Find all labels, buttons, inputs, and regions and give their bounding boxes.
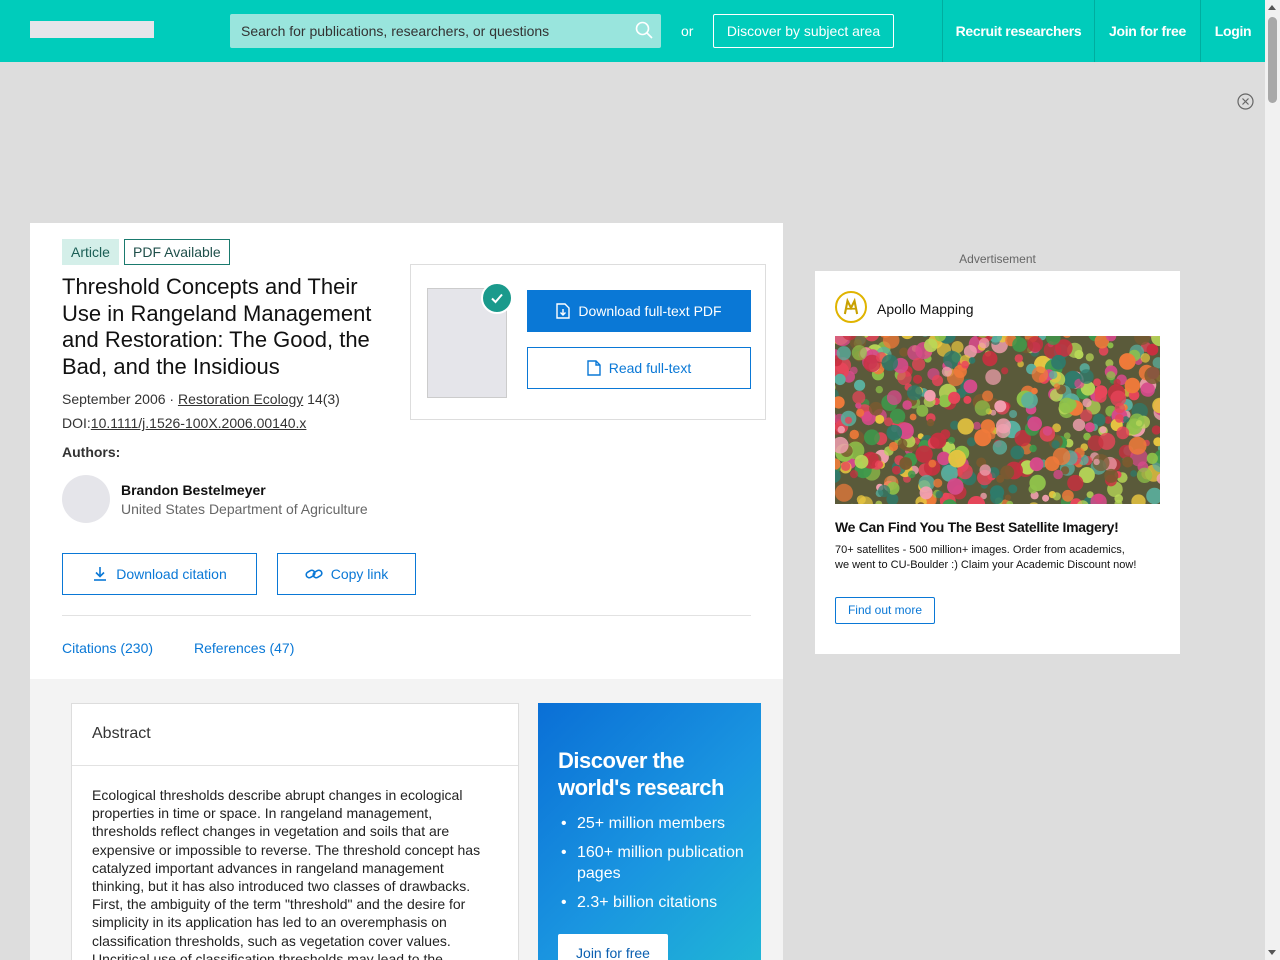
advertisement-label: Advertisement: [959, 252, 1036, 266]
site-logo[interactable]: [30, 21, 154, 38]
ad-body-text: 70+ satellites - 500 million+ images. Or…: [835, 544, 1137, 571]
ad-headline: We Can Find You The Best Satellite Image…: [835, 519, 1119, 535]
copy-link-button[interactable]: Copy link: [277, 553, 416, 595]
check-icon: [481, 282, 513, 314]
download-citation-button[interactable]: Download citation: [62, 553, 257, 595]
tab-citations[interactable]: Citations (230): [62, 640, 153, 656]
copy-link-label: Copy link: [330, 566, 389, 582]
section-divider: [62, 615, 751, 616]
promo-title: Discover the world's research: [558, 748, 724, 800]
author-name[interactable]: Brandon Bestelmeyer: [121, 482, 266, 498]
promo-list: 25+ million members 160+ million publica…: [558, 813, 753, 921]
abstract-text: Ecological thresholds describe abrupt ch…: [92, 787, 481, 960]
journal-volume: 14(3): [307, 391, 340, 407]
tab-references[interactable]: References (47): [194, 640, 294, 656]
author-affiliation: United States Department of Agriculture: [121, 501, 368, 517]
scroll-up-arrow-icon[interactable]: [1268, 5, 1276, 10]
publication-date: September 2006 ·: [62, 391, 175, 407]
promo-join-button[interactable]: Join for free: [558, 934, 668, 960]
nav-recruit-researchers[interactable]: Recruit researchers: [942, 0, 1094, 62]
search-box: [230, 14, 661, 48]
authors-label: Authors:: [62, 444, 121, 460]
discover-by-subject-button[interactable]: Discover by subject area: [713, 14, 894, 48]
nav-join-for-free[interactable]: Join for free: [1094, 0, 1200, 62]
publication-header-card: Article PDF Available Threshold Concepts…: [30, 223, 783, 679]
apollo-mapping-logo-icon: [835, 291, 867, 323]
download-citation-label: Download citation: [116, 566, 227, 582]
abstract-heading: Abstract: [92, 725, 151, 742]
link-icon: [305, 569, 323, 579]
journal-link[interactable]: Restoration Ecology: [178, 391, 303, 407]
article-type-badge: Article: [62, 239, 119, 265]
ad-brand-name: Apollo Mapping: [877, 301, 974, 317]
document-icon: [587, 360, 601, 376]
promo-item: 2.3+ billion citations: [558, 892, 753, 913]
fulltext-box: Download full-text PDF Read full-text: [410, 264, 766, 420]
author-avatar[interactable]: [62, 475, 110, 523]
read-full-text-button[interactable]: Read full-text: [527, 347, 751, 389]
read-full-text-label: Read full-text: [608, 360, 692, 376]
pdf-download-icon: [556, 303, 571, 319]
discover-research-promo: Discover the world's research 25+ millio…: [538, 703, 761, 960]
abstract-divider: [72, 765, 518, 766]
search-icon[interactable]: [635, 21, 653, 39]
doi-link[interactable]: 10.1111/j.1526-100X.2006.00140.x: [91, 415, 307, 431]
nav-login[interactable]: Login: [1200, 0, 1265, 62]
or-label: or: [681, 23, 694, 39]
scroll-down-arrow-icon[interactable]: [1268, 950, 1276, 955]
abstract-card: Abstract Ecological thresholds describe …: [71, 703, 519, 960]
scrollbar-thumb[interactable]: [1268, 17, 1277, 103]
publication-title: Threshold Concepts and Their Use in Rang…: [62, 274, 372, 379]
publication-date-journal: September 2006 · Restoration Ecology 14(…: [62, 391, 340, 407]
top-navigation-bar: or Discover by subject area Recruit rese…: [0, 0, 1265, 62]
doi-label: DOI:: [62, 415, 91, 431]
promo-item: 160+ million publication pages: [558, 842, 753, 884]
page-scrollbar[interactable]: [1265, 0, 1280, 960]
advertisement-card[interactable]: Apollo Mapping We Can Find You The Best …: [815, 271, 1180, 654]
ad-find-out-more-button[interactable]: Find out more: [835, 597, 935, 624]
search-input[interactable]: [230, 14, 625, 48]
doi-line: DOI:10.1111/j.1526-100X.2006.00140.x: [62, 415, 306, 431]
download-icon: [94, 567, 107, 581]
pdf-available-badge: PDF Available: [124, 239, 230, 265]
close-ad-icon[interactable]: [1237, 93, 1254, 110]
download-full-text-pdf-button[interactable]: Download full-text PDF: [527, 290, 751, 332]
ad-satellite-image[interactable]: [835, 336, 1160, 504]
promo-item: 25+ million members: [558, 813, 753, 834]
download-full-text-pdf-label: Download full-text PDF: [578, 303, 722, 319]
